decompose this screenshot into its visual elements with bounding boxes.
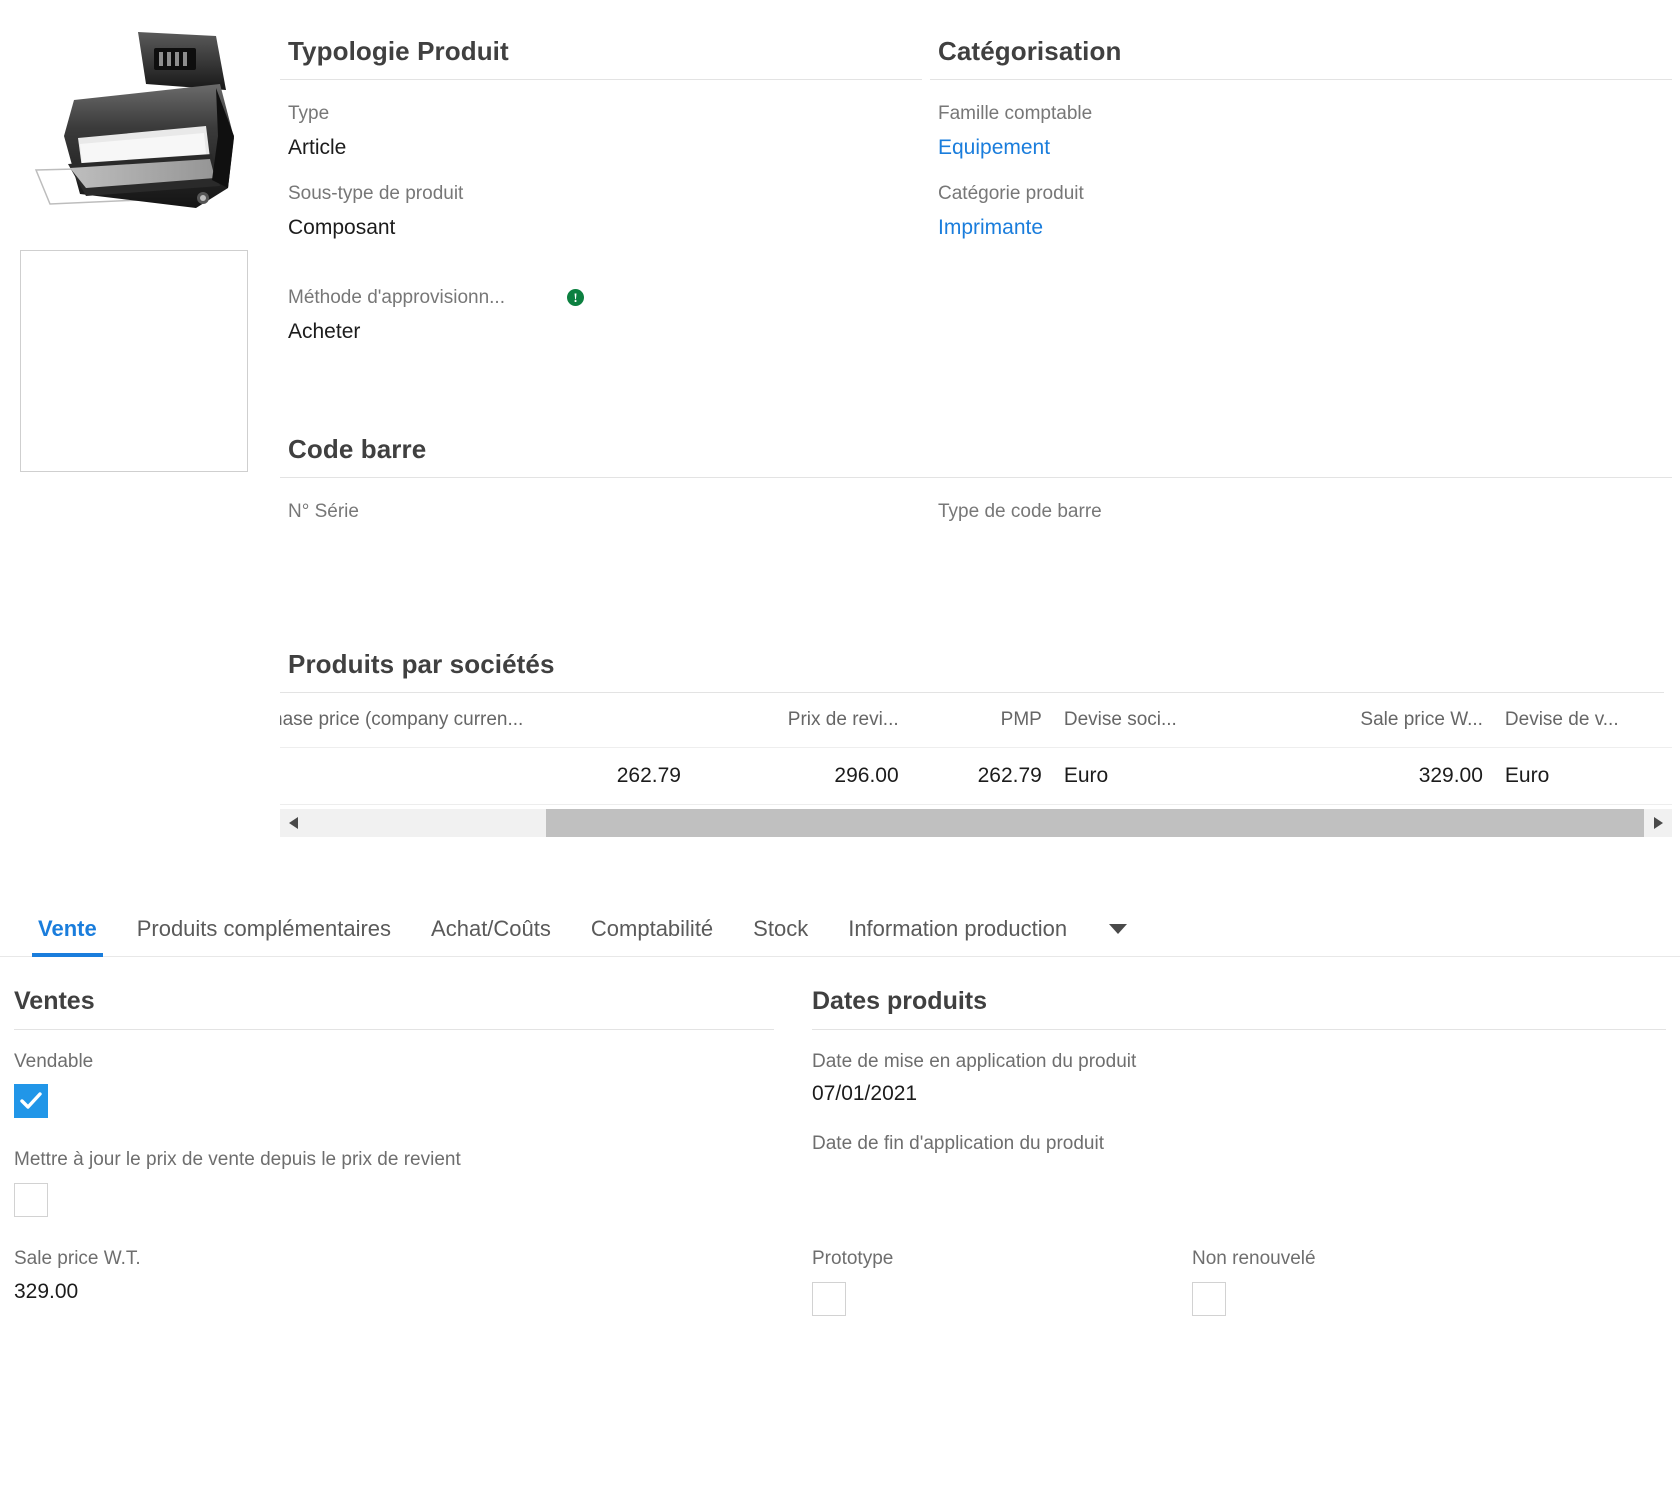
categorisation-title: Catégorisation: [938, 36, 1122, 66]
tab-overflow-button[interactable]: [1087, 923, 1145, 956]
media-column: [0, 0, 280, 837]
vendable-checkbox[interactable]: [14, 1084, 48, 1119]
scroll-left-arrow-icon[interactable]: [280, 809, 308, 837]
ventes-panel: Ventes Vendable Mettre à jour le prix de…: [14, 957, 800, 1316]
field-label: Non renouvelé: [1192, 1247, 1316, 1269]
field-label: Méthode d'approvisionn...: [288, 286, 505, 308]
top-section: Typologie Produit Type Article Sous-type…: [0, 0, 1680, 837]
typologie-panel: Typologie Produit Type Article Sous-type…: [280, 0, 930, 344]
warning-icon: !: [567, 289, 584, 307]
field-date-fin-application: Date de fin d'application du produit: [812, 1106, 1666, 1191]
field-prototype: Prototype: [812, 1247, 1192, 1316]
field-label: Famille comptable: [938, 103, 1093, 124]
field-categorie-produit: Catégorie produit Imprimante: [930, 160, 1680, 240]
field-non-renouvele: Non renouvelé: [1192, 1247, 1572, 1316]
field-label: Sale price W.T.: [14, 1247, 141, 1269]
scrollbar-track[interactable]: [308, 808, 1644, 837]
field-label: Date de mise en application du produit: [812, 1050, 1137, 1072]
chevron-down-icon: [1109, 923, 1128, 934]
tab-label: Comptabilité: [590, 915, 714, 941]
code-barre-title: Code barre: [288, 433, 427, 464]
field-value[interactable]: [938, 533, 1680, 559]
cell-cost-price: 296.00: [680, 747, 899, 805]
checkbox-pair-row: Prototype Non renouvelé: [812, 1191, 1666, 1316]
tab-label: Stock: [753, 915, 809, 941]
typologie-title: Typologie Produit: [288, 36, 509, 66]
produits-societes-title: Produits par sociétés: [288, 648, 555, 679]
field-type-code-barre: Type de code barre: [930, 478, 1680, 559]
field-value[interactable]: [812, 1165, 1666, 1191]
cell-purchase-price: 262.79: [280, 747, 681, 805]
field-value-link[interactable]: Equipement: [938, 135, 1680, 160]
field-label: Mettre à jour le prix de vente depuis le…: [14, 1149, 461, 1171]
fields-column: Typologie Produit Type Article Sous-type…: [280, 0, 1680, 837]
tab-produits-complementaires[interactable]: Produits complémentaires: [117, 916, 411, 956]
field-label: Date de fin d'application du produit: [812, 1133, 1104, 1155]
tab-stock[interactable]: Stock: [733, 916, 828, 956]
field-value[interactable]: 329.00: [14, 1280, 774, 1304]
tab-label: Achat/Coûts: [431, 915, 551, 941]
field-label: N° Série: [288, 500, 359, 522]
field-type: Type Article: [280, 80, 930, 160]
field-maj-prix-vente: Mettre à jour le prix de vente depuis le…: [14, 1118, 774, 1217]
field-label: Prototype: [812, 1247, 894, 1269]
field-label: Type de code barre: [938, 500, 1102, 522]
column-header-sale-currency[interactable]: Devise de v...: [1482, 692, 1672, 748]
field-methode-approvisionnement: Méthode d'approvisionn... ! Acheter: [280, 240, 930, 344]
tab-information-production[interactable]: Information production: [828, 916, 1087, 956]
table-row[interactable]: 262.79 296.00 262.79 Euro 329.00 Euro: [280, 747, 1672, 805]
field-label: Vendable: [14, 1050, 94, 1072]
product-detail-page: Typologie Produit Type Article Sous-type…: [0, 0, 1680, 1508]
companies-table: hase price (company curren... Prix de re…: [280, 692, 1672, 805]
field-label: Type: [288, 103, 330, 124]
tab-label: Vente: [38, 915, 97, 941]
image-placeholder[interactable]: [20, 250, 248, 472]
scrollbar-thumb[interactable]: [546, 808, 1644, 837]
cell-sale-currency: Euro: [1482, 747, 1672, 805]
scroll-right-arrow-icon[interactable]: [1644, 809, 1672, 837]
column-header-sale-price[interactable]: Sale price W...: [1270, 692, 1483, 748]
column-header-purchase-price[interactable]: hase price (company curren...: [280, 692, 681, 748]
cell-pmp: 262.79: [898, 747, 1042, 805]
field-value[interactable]: Article: [288, 135, 930, 160]
non-renouvele-checkbox[interactable]: [1192, 1281, 1226, 1316]
dates-produits-title: Dates produits: [812, 986, 988, 1015]
field-value[interactable]: [288, 533, 930, 559]
field-value[interactable]: Composant: [288, 215, 930, 240]
cell-sale-price: 329.00: [1270, 747, 1483, 805]
field-value[interactable]: 07/01/2021: [812, 1082, 1666, 1106]
field-value-link[interactable]: Imprimante: [938, 215, 1680, 240]
field-numero-serie: N° Série: [280, 478, 930, 559]
update-price-checkbox[interactable]: [14, 1182, 48, 1217]
field-sale-price-wt: Sale price W.T. 329.00: [14, 1217, 774, 1304]
horizontal-scrollbar[interactable]: [280, 808, 1672, 837]
tab-achat-couts[interactable]: Achat/Coûts: [411, 916, 571, 956]
field-date-mise-en-application: Date de mise en application du produit 0…: [812, 1030, 1666, 1107]
field-label: Sous-type de produit: [288, 182, 464, 204]
tab-label: Produits complémentaires: [136, 915, 392, 941]
produits-par-societes-panel: Produits par sociétés hase price (compan…: [280, 621, 1680, 837]
tab-bar: Vente Produits complémentaires Achat/Coû…: [0, 901, 1680, 957]
table-header-row: hase price (company curren... Prix de re…: [280, 692, 1672, 748]
column-header-company-currency[interactable]: Devise soci...: [1041, 692, 1271, 748]
code-barre-panel: Code barre N° Série Type de code barre: [280, 406, 1680, 559]
column-header-cost-price[interactable]: Prix de revi...: [680, 692, 899, 748]
cell-company-currency: Euro: [1041, 747, 1271, 805]
ventes-title: Ventes: [14, 986, 95, 1015]
tab-vente[interactable]: Vente: [18, 915, 117, 957]
prototype-checkbox[interactable]: [812, 1281, 846, 1316]
field-value[interactable]: Acheter: [288, 319, 930, 344]
field-label: Catégorie produit: [938, 182, 1084, 204]
field-famille-comptable: Famille comptable Equipement: [930, 80, 1680, 160]
tab-comptabilite[interactable]: Comptabilité: [571, 916, 733, 956]
tab-label: Information production: [848, 915, 1068, 941]
printer-image: [34, 32, 234, 208]
column-header-pmp[interactable]: PMP: [898, 692, 1042, 748]
field-sous-type: Sous-type de produit Composant: [280, 160, 930, 240]
categorisation-panel: Catégorisation Famille comptable Equipem…: [930, 0, 1680, 344]
dates-produits-panel: Dates produits Date de mise en applicati…: [800, 957, 1666, 1316]
check-icon: [20, 1092, 42, 1109]
field-vendable: Vendable: [14, 1030, 774, 1119]
tab-content-vente: Ventes Vendable Mettre à jour le prix de…: [0, 957, 1680, 1316]
